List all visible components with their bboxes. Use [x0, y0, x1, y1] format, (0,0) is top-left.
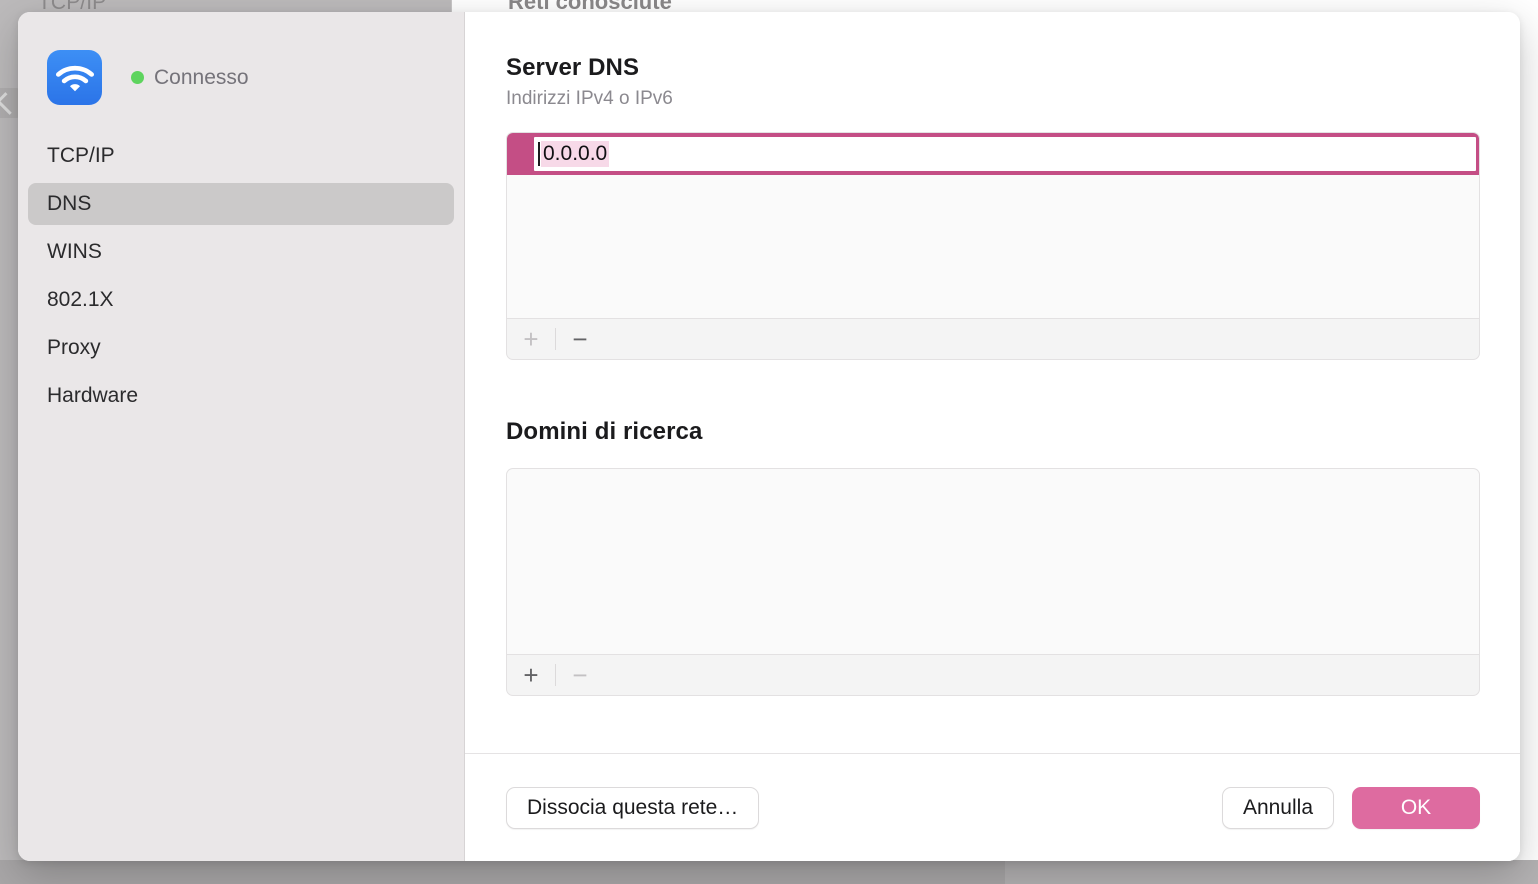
- sidebar-item-label: Hardware: [47, 384, 139, 407]
- sidebar-nav: TCP/IP DNS WINS 802.1X Proxy Hardware: [18, 135, 464, 417]
- sidebar-item-label: 802.1X: [47, 288, 114, 311]
- wifi-icon: [47, 50, 102, 105]
- dialog-sidebar: Connesso TCP/IP DNS WINS 802.1X Proxy Ha…: [18, 12, 465, 861]
- forget-network-button[interactable]: Dissocia questa rete…: [506, 786, 760, 829]
- ok-button[interactable]: OK: [1352, 786, 1480, 829]
- search-domains-section-title: Domini di ricerca: [506, 418, 703, 445]
- dns-servers-listbox-wrap: 0.0.0.0 + −: [506, 132, 1480, 360]
- footer-actions: Annulla OK: [1221, 786, 1480, 829]
- dns-server-value: 0.0.0.0: [541, 141, 610, 167]
- dns-section-title: Server DNS: [506, 54, 640, 81]
- dialog-content: Server DNS Indirizzi IPv4 o IPv6 0.0.0.0…: [465, 12, 1520, 861]
- add-search-domain-button[interactable]: +: [507, 654, 555, 696]
- sidebar-item-dns[interactable]: DNS: [28, 183, 454, 225]
- sidebar-item-label: DNS: [47, 192, 92, 215]
- sidebar-item-hardware[interactable]: Hardware: [28, 375, 454, 417]
- status-dot-icon: [131, 71, 144, 84]
- sidebar-item-wins[interactable]: WINS: [28, 231, 454, 273]
- dns-server-input[interactable]: 0.0.0.0: [534, 137, 1476, 171]
- cancel-button[interactable]: Annulla: [1221, 786, 1334, 829]
- dns-section-subtitle: Indirizzi IPv4 o IPv6: [506, 88, 673, 109]
- search-domains-toolbar: + −: [506, 654, 1480, 696]
- dialog-footer: Dissocia questa rete… Annulla OK: [465, 753, 1520, 861]
- wifi-details-dialog: Connesso TCP/IP DNS WINS 802.1X Proxy Ha…: [18, 12, 1520, 861]
- connection-status: Connesso: [18, 50, 464, 105]
- sidebar-item-label: WINS: [47, 240, 102, 263]
- dns-servers-list[interactable]: 0.0.0.0: [506, 132, 1480, 318]
- remove-search-domain-button[interactable]: −: [556, 654, 604, 696]
- sidebar-item-label: TCP/IP: [47, 144, 115, 167]
- search-domains-list[interactable]: [506, 468, 1480, 654]
- background-bottom-strip-right: [1005, 860, 1538, 884]
- search-domains-listbox-wrap: + −: [506, 468, 1480, 696]
- dns-servers-toolbar: + −: [506, 318, 1480, 360]
- text-caret: [538, 142, 540, 166]
- dns-pane: Server DNS Indirizzi IPv4 o IPv6 0.0.0.0…: [465, 12, 1520, 753]
- sidebar-item-tcpip[interactable]: TCP/IP: [28, 135, 454, 177]
- status-label: Connesso: [154, 65, 249, 89]
- sidebar-item-label: Proxy: [47, 336, 101, 359]
- sidebar-item-8021x[interactable]: 802.1X: [28, 279, 454, 321]
- sidebar-item-proxy[interactable]: Proxy: [28, 327, 454, 369]
- dns-server-edit-row[interactable]: 0.0.0.0: [507, 133, 1479, 175]
- screen: TCP/IP Reti conosciute Connesso TCP/IP D…: [0, 0, 1538, 884]
- add-dns-server-button[interactable]: +: [507, 318, 555, 360]
- remove-dns-server-button[interactable]: −: [556, 318, 604, 360]
